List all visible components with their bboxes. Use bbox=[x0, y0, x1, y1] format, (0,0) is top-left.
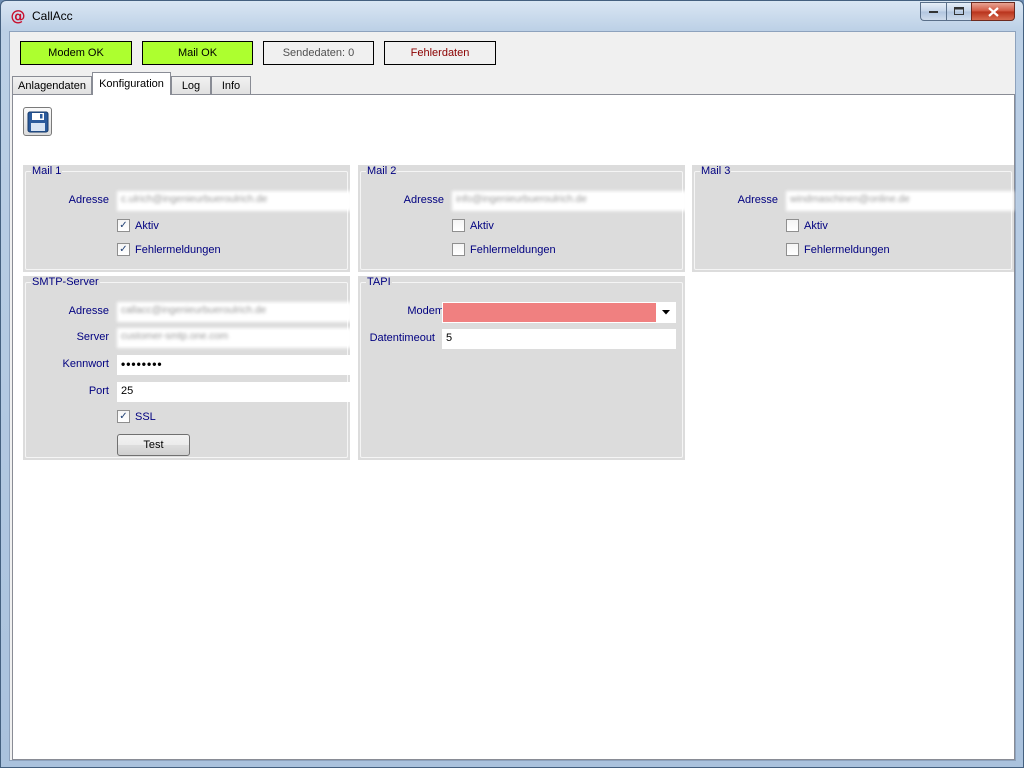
mail3-aktiv-checkbox[interactable]: Aktiv bbox=[786, 219, 828, 232]
minimize-button[interactable] bbox=[920, 2, 946, 21]
mail2-fehlermeldungen-checkbox[interactable]: Fehlermeldungen bbox=[452, 243, 556, 256]
caption-buttons bbox=[920, 2, 1015, 22]
smtp-port-label: Port bbox=[88, 385, 109, 397]
checkbox-label: Fehlermeldungen bbox=[135, 243, 221, 256]
app-icon: @ bbox=[10, 7, 26, 25]
tapi-title: TAPI bbox=[366, 276, 392, 288]
modem-select-value bbox=[443, 303, 656, 322]
smtp-adresse-field[interactable]: callacc@ingenieurbueroulrich.de bbox=[117, 302, 352, 322]
checkbox-box bbox=[452, 219, 465, 232]
tab-konfiguration[interactable]: Konfiguration bbox=[92, 72, 171, 95]
window-title: CallAcc bbox=[32, 9, 73, 23]
maximize-icon bbox=[953, 7, 964, 15]
title-bar: @ CallAcc bbox=[1, 1, 1023, 31]
smtp-kennwort-label: Kennwort bbox=[62, 358, 109, 370]
tapi-modem-select[interactable] bbox=[442, 302, 676, 323]
tab-log[interactable]: Log bbox=[171, 76, 211, 95]
checkbox-label: SSL bbox=[135, 410, 156, 423]
smtp-ssl-checkbox[interactable]: ✓ SSL bbox=[117, 410, 156, 423]
app-window: @ CallAcc Modem OK Mail OK Sendedaten: 0… bbox=[0, 0, 1024, 768]
close-button[interactable] bbox=[971, 2, 1015, 21]
checkmark-icon: ✓ bbox=[117, 219, 130, 232]
tab-info[interactable]: Info bbox=[211, 76, 251, 95]
checkbox-label: Fehlermeldungen bbox=[470, 243, 556, 256]
tapi-group: TAPI Modem Datentimeout 5 bbox=[358, 276, 685, 460]
mail3-fehlermeldungen-checkbox[interactable]: Fehlermeldungen bbox=[786, 243, 890, 256]
checkbox-box bbox=[452, 243, 465, 256]
mail2-adresse-field[interactable]: info@ingenieurbueroulrich.de bbox=[452, 191, 687, 211]
checkbox-box bbox=[786, 243, 799, 256]
maximize-button[interactable] bbox=[946, 2, 971, 21]
smtp-server-field[interactable]: customer-smtp.one.com bbox=[117, 328, 352, 348]
smtp-adresse-label: Adresse bbox=[68, 305, 109, 317]
client-area: Modem OK Mail OK Sendedaten: 0 Fehlerdat… bbox=[9, 31, 1016, 761]
checkbox-label: Aktiv bbox=[135, 219, 159, 232]
checkmark-icon: ✓ bbox=[117, 410, 130, 423]
mail3-adresse-field[interactable]: windmaschinen@online.de bbox=[786, 191, 1014, 211]
tab-bar: Anlagendaten Konfiguration Log Info bbox=[12, 72, 1015, 95]
sendedaten-button[interactable]: Sendedaten: 0 bbox=[263, 41, 374, 65]
close-icon bbox=[987, 6, 999, 17]
smtp-test-button[interactable]: Test bbox=[117, 434, 190, 456]
smtp-port-field[interactable]: 25 bbox=[117, 382, 352, 402]
checkbox-label: Fehlermeldungen bbox=[804, 243, 890, 256]
save-button[interactable] bbox=[23, 107, 52, 136]
smtp-server-label: Server bbox=[76, 331, 109, 343]
mail-status-button[interactable]: Mail OK bbox=[142, 41, 253, 65]
mail1-adresse-label: Adresse bbox=[68, 194, 109, 206]
tapi-timeout-label: Datentimeout bbox=[369, 332, 435, 344]
konfiguration-panel: Mail 1 Adresse c.ulrich@ingenieurbueroul… bbox=[12, 94, 1015, 760]
mail3-adresse-label: Adresse bbox=[737, 194, 778, 206]
tapi-modem-label: Modem bbox=[407, 305, 444, 317]
tab-anlagendaten[interactable]: Anlagendaten bbox=[12, 76, 92, 95]
mail1-group: Mail 1 Adresse c.ulrich@ingenieurbueroul… bbox=[23, 165, 352, 272]
mail2-aktiv-checkbox[interactable]: Aktiv bbox=[452, 219, 494, 232]
mail1-title: Mail 1 bbox=[31, 165, 63, 177]
checkbox-box bbox=[786, 219, 799, 232]
chevron-down-icon[interactable] bbox=[656, 303, 675, 322]
modem-status-button[interactable]: Modem OK bbox=[20, 41, 132, 65]
minimize-icon bbox=[928, 10, 938, 13]
smtp-kennwort-field[interactable]: •••••••• bbox=[117, 355, 352, 375]
mail3-title: Mail 3 bbox=[700, 165, 732, 177]
tapi-timeout-field[interactable]: 5 bbox=[442, 329, 676, 349]
mail2-title: Mail 2 bbox=[366, 165, 398, 177]
smtp-title: SMTP-Server bbox=[31, 276, 100, 288]
mail1-aktiv-checkbox[interactable]: ✓ Aktiv bbox=[117, 219, 159, 232]
mail2-adresse-label: Adresse bbox=[403, 194, 444, 206]
checkbox-label: Aktiv bbox=[470, 219, 494, 232]
checkmark-icon: ✓ bbox=[117, 243, 130, 256]
checkbox-label: Aktiv bbox=[804, 219, 828, 232]
smtp-group: SMTP-Server Adresse callacc@ingenieurbue… bbox=[23, 276, 352, 460]
mail2-group: Mail 2 Adresse info@ingenieurbueroulrich… bbox=[358, 165, 687, 272]
floppy-disk-icon bbox=[27, 111, 48, 132]
mail3-group: Mail 3 Adresse windmaschinen@online.de A… bbox=[692, 165, 1014, 272]
mail1-adresse-field[interactable]: c.ulrich@ingenieurbueroulrich.de bbox=[117, 191, 352, 211]
mail1-fehlermeldungen-checkbox[interactable]: ✓ Fehlermeldungen bbox=[117, 243, 221, 256]
fehlerdaten-button[interactable]: Fehlerdaten bbox=[384, 41, 496, 65]
